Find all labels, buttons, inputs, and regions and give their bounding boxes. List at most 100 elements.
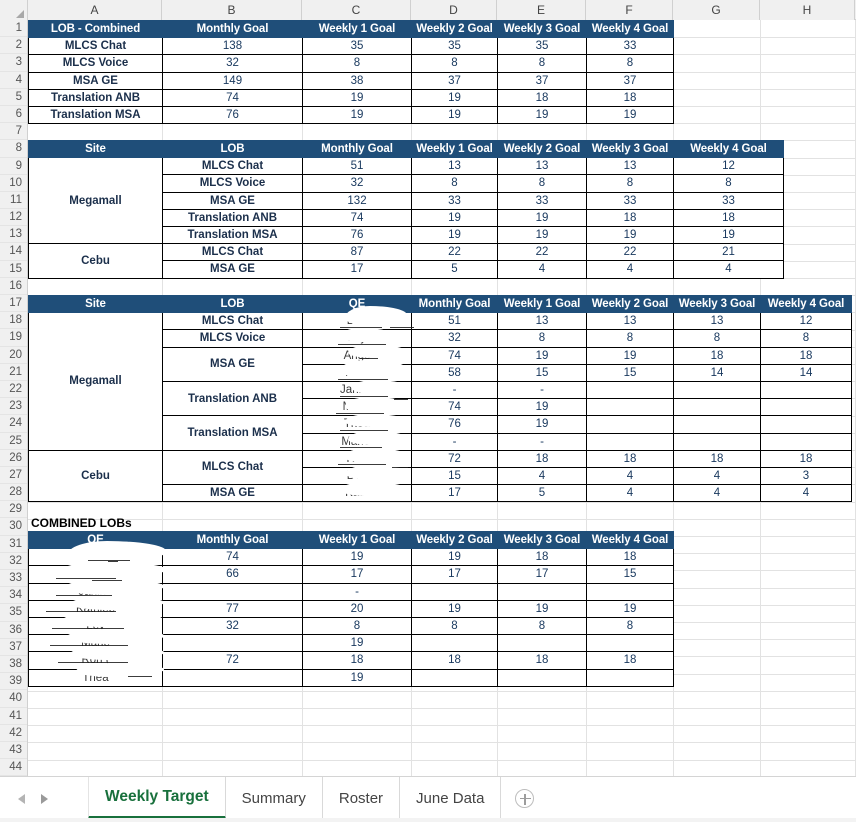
row-header-4[interactable]: 4 [0, 71, 27, 89]
cell-weekly-4-goal[interactable]: 18 [760, 449, 852, 468]
th-weekly-2-goal[interactable]: Weekly 2 Goal [497, 139, 587, 159]
table-row[interactable]: Translation ANB 74 19 19 18 18 [28, 88, 674, 107]
cell-weekly-4-goal[interactable]: 18 [760, 346, 852, 365]
cell-lob[interactable]: MLCS Chat [162, 243, 303, 262]
cell-monthly-goal[interactable]: 74 [162, 548, 303, 567]
cell-monthly-goal[interactable]: 15 [411, 466, 498, 486]
cell-monthly-goal[interactable]: 76 [302, 225, 412, 245]
cell-lob[interactable]: Translation ANB [162, 208, 303, 227]
cell-weekly-1-goal[interactable]: 19 [411, 208, 498, 227]
table-row[interactable]: Megamall MLCS Chat Dex 51 13 13 13 12 [28, 312, 852, 451]
cell-lob[interactable]: Translation MSA [28, 105, 163, 125]
table-row[interactable]: Kathlee 77 20 19 19 19 [28, 599, 674, 618]
cell-weekly-4-goal[interactable]: 18 [673, 208, 784, 227]
cell-weekly-3-goal[interactable]: 13 [586, 157, 674, 176]
cell-qe-name[interactable]: Kathlee [28, 599, 163, 618]
cell-weekly-3-goal[interactable]: 17 [497, 565, 587, 584]
cell-lob[interactable]: Translation ANB [162, 380, 303, 417]
cell-qe-name[interactable]: Dex [28, 565, 163, 584]
cell-weekly-3-goal[interactable]: 14 [673, 363, 761, 382]
cell-weekly-4-goal[interactable]: 33 [673, 191, 784, 210]
cell-weekly-3-goal[interactable] [673, 380, 761, 400]
cell-monthly-goal[interactable] [162, 634, 303, 653]
th-lob[interactable]: LOB [162, 294, 303, 314]
cell-weekly-2-goal[interactable]: 37 [411, 71, 498, 90]
table-site-lob-qe[interactable]: Site LOB QE Monthly Goal Weekly 1 Goal W… [28, 294, 852, 503]
cell-qe-name[interactable]: Ange [302, 346, 412, 365]
row-header-42[interactable]: 42 [0, 724, 27, 742]
cell-qe-name[interactable]: Angel [28, 548, 163, 567]
cell-weekly-3-goal[interactable]: 19 [497, 599, 587, 618]
cell-weekly-2-goal[interactable]: 18 [586, 449, 674, 468]
cell-weekly-2-goal[interactable]: 13 [497, 157, 587, 176]
cell-weekly-3-goal[interactable]: 4 [586, 260, 674, 279]
cell-weekly-1-goal[interactable]: 22 [411, 243, 498, 262]
th-weekly-4-goal[interactable]: Weekly 4 Goal [586, 19, 674, 39]
row-header-41[interactable]: 41 [0, 707, 27, 725]
cell-weekly-3-goal[interactable]: 18 [497, 88, 587, 107]
cell-monthly-goal[interactable] [162, 582, 303, 601]
cell-weekly-3-goal[interactable] [497, 668, 587, 687]
table-row[interactable]: MLCS Chat 138 35 35 35 33 [28, 37, 674, 56]
table-row[interactable]: Translation MSA 76 19 19 19 19 [28, 105, 674, 125]
cell-weekly-3-goal[interactable]: 18 [497, 651, 587, 670]
th-site[interactable]: Site [28, 294, 163, 314]
cell-qe-name[interactable]: Mariel [302, 432, 412, 451]
cell-monthly-goal[interactable]: 74 [162, 88, 303, 107]
column-header-h[interactable]: H [760, 0, 855, 20]
column-header-e[interactable]: E [497, 0, 586, 20]
row-header-27[interactable]: 27 [0, 466, 27, 485]
cell-weekly-3-goal[interactable]: 18 [673, 449, 761, 468]
cell-weekly-1-goal[interactable]: 35 [302, 37, 412, 56]
row-header-43[interactable]: 43 [0, 741, 27, 760]
cell-lob[interactable]: MSA GE [162, 484, 303, 503]
cell-weekly-4-goal[interactable]: 19 [586, 599, 674, 618]
cell-weekly-3-goal[interactable]: 19 [497, 105, 587, 125]
cell-weekly-1-goal[interactable]: 19 [411, 225, 498, 245]
cell-weekly-2-goal[interactable]: 4 [497, 260, 587, 279]
cell-monthly-goal[interactable]: 149 [162, 71, 303, 90]
cell-monthly-goal[interactable]: 17 [411, 484, 498, 503]
cell-weekly-3-goal[interactable]: 8 [497, 54, 587, 73]
cell-weekly-1-goal[interactable]: 19 [497, 415, 587, 434]
cell-weekly-4-goal[interactable]: 18 [586, 88, 674, 107]
cell-weekly-1-goal[interactable]: 19 [302, 88, 412, 107]
table-row[interactable]: Cebu MLCS Chat Ron 72 18 18 18 18 [28, 449, 852, 503]
cell-lob[interactable]: Translation MSA [162, 225, 303, 245]
cell-lob[interactable]: MLCS Chat [162, 449, 303, 486]
column-header-b[interactable]: B [162, 0, 302, 20]
cell-weekly-1-goal[interactable]: 33 [411, 191, 498, 210]
cell-monthly-goal[interactable]: 32 [411, 329, 498, 348]
th-weekly-2-goal[interactable]: Weekly 2 Goal [586, 294, 674, 314]
row-header-30[interactable]: 30 [0, 518, 27, 536]
th-monthly-goal[interactable]: Monthly Goal [162, 530, 303, 550]
th-weekly-3-goal[interactable]: Weekly 3 Goal [497, 19, 587, 39]
cell-weekly-2-goal[interactable] [411, 668, 498, 687]
cell-weekly-3-goal[interactable] [497, 582, 587, 601]
cell-monthly-goal[interactable]: - [411, 380, 498, 400]
cell-weekly-3-goal[interactable] [673, 398, 761, 417]
cell-weekly-1-goal[interactable]: 19 [497, 346, 587, 365]
sheet-tabs[interactable]: Weekly Target Summary Roster June Data [88, 777, 547, 819]
table-row[interactable]: Marie 19 [28, 634, 674, 653]
cell-weekly-2-goal[interactable]: 8 [411, 616, 498, 636]
cell-qe-name[interactable]: Ley [28, 616, 163, 636]
cell-monthly-goal[interactable]: 32 [302, 174, 412, 193]
cell-monthly-goal[interactable]: 87 [302, 243, 412, 262]
cell-weekly-4-goal[interactable]: 37 [586, 71, 674, 90]
row-header-7[interactable]: 7 [0, 123, 27, 141]
cell-lob[interactable]: MLCS Voice [162, 174, 303, 193]
cell-weekly-1-goal[interactable]: 5 [497, 484, 587, 503]
sheet-tab-summary[interactable]: Summary [226, 777, 323, 819]
sheet-tab-june-data[interactable]: June Data [400, 777, 502, 819]
cell-weekly-1-goal[interactable]: 5 [411, 260, 498, 279]
cell-weekly-3-goal[interactable]: 4 [673, 466, 761, 486]
th-qe[interactable]: QE [28, 530, 163, 550]
cell-monthly-goal[interactable]: 51 [302, 157, 412, 176]
row-header-20[interactable]: 20 [0, 346, 27, 364]
th-weekly-3-goal[interactable]: Weekly 3 Goal [497, 530, 587, 550]
cell-weekly-1-goal[interactable]: 8 [302, 54, 412, 73]
cell-weekly-4-goal[interactable] [586, 668, 674, 687]
cell-qe-name[interactable]: Kath [302, 484, 412, 503]
row-header-1[interactable]: 1 [0, 20, 27, 38]
